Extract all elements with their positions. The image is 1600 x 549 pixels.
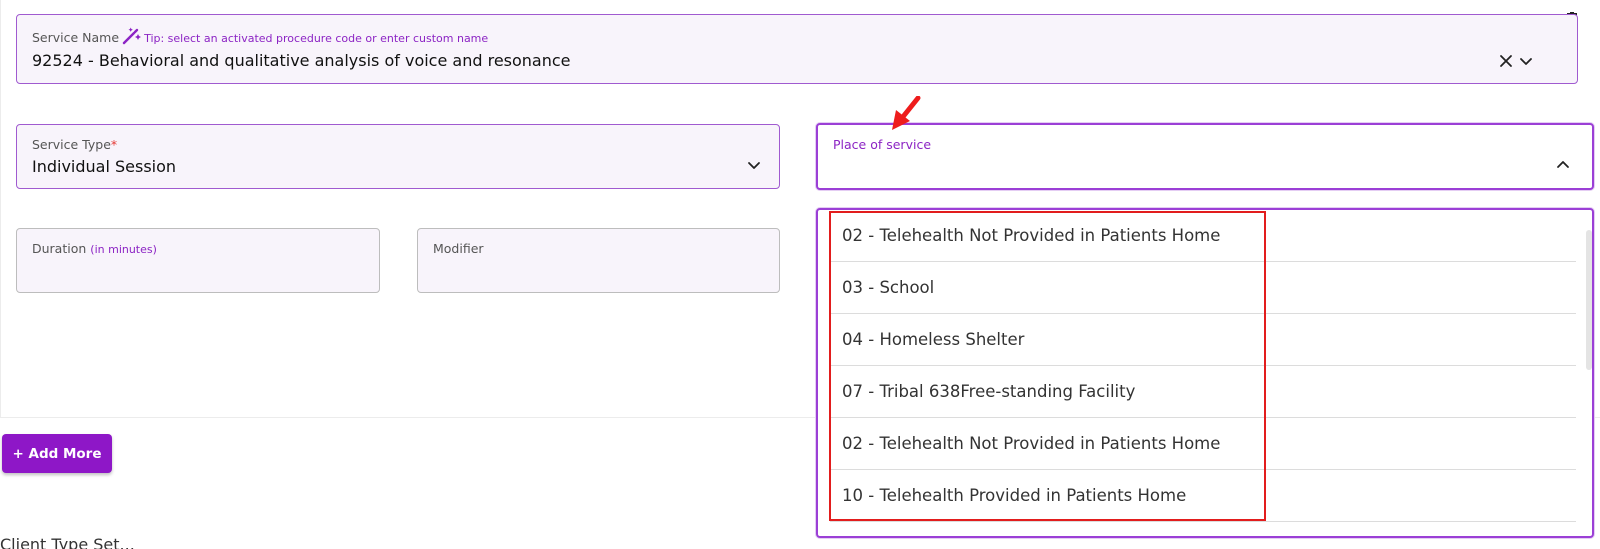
scrollbar[interactable] <box>1586 230 1592 370</box>
service-name-value: 92524 - Behavioral and qualitative analy… <box>32 51 571 70</box>
service-type-label: Service Type* <box>32 137 118 152</box>
place-of-service-field[interactable]: Place of service <box>816 123 1594 190</box>
duration-label: Duration (in minutes) <box>32 241 157 256</box>
service-type-field[interactable]: Service Type* Individual Session <box>16 124 780 189</box>
duration-hint: (in minutes) <box>90 243 157 256</box>
service-name-tip: Tip: select an activated procedure code … <box>144 32 489 45</box>
service-name-label: Service Name Tip: select an activated pro… <box>32 27 488 45</box>
duration-field[interactable]: Duration (in minutes) <box>16 228 380 293</box>
magic-wand-icon <box>122 27 142 45</box>
service-type-value: Individual Session <box>32 157 177 176</box>
red-arrow-annotation <box>892 96 921 130</box>
modifier-field[interactable]: Modifier <box>417 228 780 293</box>
modifier-label: Modifier <box>433 241 484 256</box>
chevron-down-icon[interactable] <box>1517 52 1535 70</box>
close-icon[interactable] <box>1497 52 1515 70</box>
chevron-up-icon[interactable] <box>1554 156 1572 174</box>
chevron-down-icon[interactable] <box>745 156 763 174</box>
place-of-service-label: Place of service <box>833 137 932 152</box>
required-mark: * <box>110 137 118 152</box>
red-highlight-box <box>829 211 1266 521</box>
add-more-button[interactable]: + Add More <box>2 434 112 473</box>
service-name-field[interactable]: Service Name Tip: select an activated pro… <box>16 14 1578 84</box>
client-type-label: Client Type Set... <box>0 535 135 549</box>
